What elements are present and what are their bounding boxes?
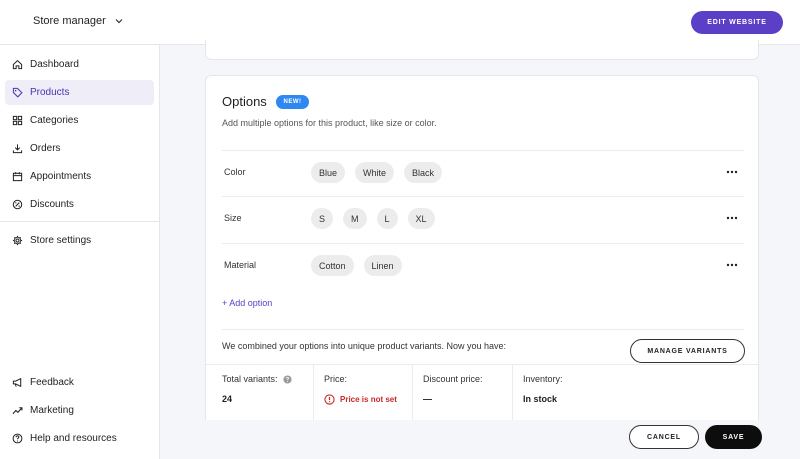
option-value-chip[interactable]: L [376, 208, 398, 229]
stat-divider [512, 364, 513, 421]
sidebar-item-dashboard[interactable]: Dashboard [5, 52, 154, 77]
option-name: Color [224, 167, 246, 177]
trend-icon [12, 407, 23, 415]
stat-value: Price is not set [340, 395, 397, 404]
stat-label: Price: [324, 374, 348, 384]
stat-value: — [423, 394, 432, 404]
sidebar-item-products[interactable]: Products [5, 80, 154, 105]
sidebar-item-label: Store settings [30, 235, 92, 246]
sidebar-item-label: Marketing [30, 405, 74, 416]
error-icon [324, 394, 335, 405]
sidebar: Dashboard Products Categories Orders App… [0, 45, 160, 459]
edit-website-button[interactable]: EDIT WEBSITE [691, 11, 783, 34]
sidebar-item-label: Products [30, 87, 70, 98]
grid-icon [12, 115, 23, 126]
option-row-material: Material Cotton Linen [222, 243, 744, 289]
option-row-size: Size S M L XL [222, 196, 744, 242]
sidebar-item-categories[interactable]: Categories [5, 108, 154, 133]
sidebar-item-appointments[interactable]: Appointments [5, 164, 154, 189]
store-switcher[interactable]: Store manager [33, 15, 124, 27]
sidebar-item-label: Discounts [30, 199, 74, 210]
tag-icon [12, 87, 23, 98]
store-name: Store manager [33, 15, 106, 27]
help-icon [12, 433, 23, 444]
sidebar-item-help[interactable]: Help and resources [5, 426, 154, 451]
stat-label: Inventory: [523, 374, 563, 384]
stat-divider [313, 364, 314, 421]
stats-divider [206, 364, 760, 365]
sidebar-item-label: Dashboard [30, 59, 79, 70]
option-name: Material [224, 260, 257, 270]
sidebar-item-label: Categories [30, 115, 79, 126]
download-icon [12, 144, 23, 154]
sidebar-divider [0, 221, 160, 222]
stat-value: In stock [523, 394, 558, 404]
option-value-chip[interactable]: XL [407, 208, 435, 229]
option-value-chip[interactable]: M [343, 208, 367, 229]
options-title: Options [222, 94, 267, 109]
option-value-chip[interactable]: Cotton [311, 255, 354, 276]
gear-icon [12, 235, 23, 246]
megaphone-icon [12, 377, 22, 388]
top-bar: Store manager EDIT WEBSITE [0, 0, 800, 45]
option-value-chip[interactable]: Black [404, 162, 443, 183]
new-badge: NEW! [276, 95, 309, 109]
stat-divider [412, 364, 413, 421]
options-subtitle: Add multiple options for this product, l… [222, 118, 437, 128]
sidebar-item-label: Appointments [30, 171, 92, 182]
options-card: Options NEW! Add multiple options for th… [205, 75, 760, 421]
sidebar-item-marketing[interactable]: Marketing [5, 398, 154, 423]
more-options-icon[interactable] [724, 257, 740, 273]
sidebar-item-discounts[interactable]: Discounts [5, 192, 154, 217]
variants-summary-text: We combined your options into unique pro… [222, 341, 506, 351]
stat-value: 24 [222, 394, 233, 404]
sidebar-item-feedback[interactable]: Feedback [5, 370, 154, 395]
chevron-down-icon [115, 19, 123, 24]
stat-label: Total variants: [222, 374, 278, 384]
discount-icon [12, 199, 23, 210]
sidebar-item-label: Help and resources [30, 433, 117, 444]
option-value-chip[interactable]: S [311, 208, 334, 229]
option-row-color: Color Blue White Black [222, 150, 744, 196]
footer-actions: CANCEL SAVE [160, 420, 800, 459]
sidebar-item-label: Orders [30, 143, 61, 154]
option-value-chip[interactable]: White [355, 162, 395, 183]
option-name: Size [224, 213, 242, 223]
help-icon[interactable] [282, 374, 292, 384]
calendar-icon [12, 172, 23, 182]
more-options-icon[interactable] [724, 210, 740, 226]
stat-label: Discount price: [423, 374, 483, 384]
option-value-chip[interactable]: Linen [363, 255, 402, 276]
more-options-icon[interactable] [724, 164, 740, 180]
section-divider [222, 329, 744, 330]
option-value-chip[interactable]: Blue [311, 162, 346, 183]
sidebar-item-store-settings[interactable]: Store settings [5, 228, 154, 253]
save-button[interactable]: SAVE [705, 425, 762, 449]
add-option-link[interactable]: + Add option [222, 298, 272, 308]
home-icon [12, 59, 23, 70]
previous-card [205, 40, 759, 60]
sidebar-item-orders[interactable]: Orders [5, 136, 154, 161]
cancel-button[interactable]: CANCEL [629, 425, 699, 449]
sidebar-item-label: Feedback [30, 377, 74, 388]
manage-variants-button[interactable]: MANAGE VARIANTS [630, 339, 745, 363]
